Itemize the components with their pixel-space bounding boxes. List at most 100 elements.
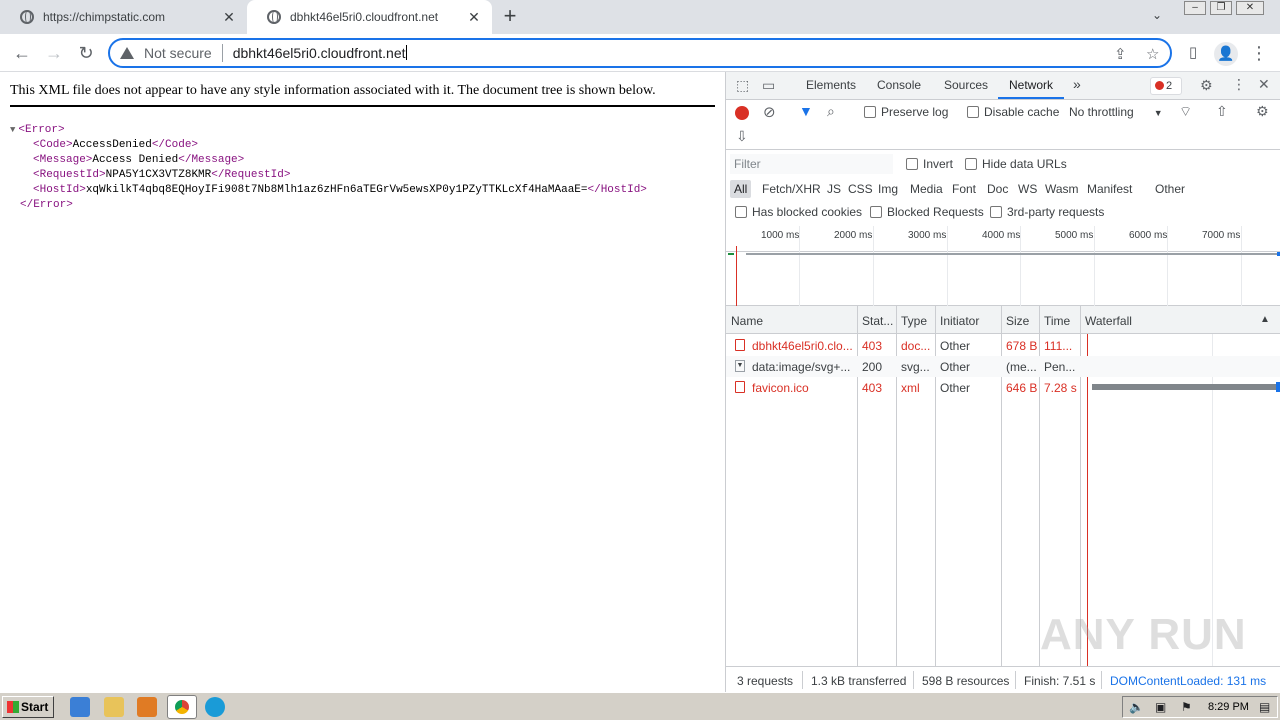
filter-type-doc[interactable]: Doc: [983, 180, 1012, 198]
back-icon[interactable]: ←: [11, 42, 33, 64]
table-row[interactable]: dbhkt46el5ri0.clo... 403 doc... Other 67…: [726, 335, 1280, 356]
tab-strip: https://chimpstatic.com ✕ dbhkt46el5ri0.…: [0, 0, 1280, 34]
reload-icon[interactable]: ↻: [75, 42, 97, 64]
media-player-icon[interactable]: [137, 697, 157, 717]
device-toolbar-icon[interactable]: ▭: [762, 77, 775, 94]
filter-type-fetch-xhr[interactable]: Fetch/XHR: [758, 180, 825, 198]
timeline-overview[interactable]: 1000 ms 2000 ms 3000 ms 4000 ms 5000 ms …: [726, 226, 1280, 306]
filter-type-ws[interactable]: WS: [1014, 180, 1041, 198]
inspect-element-icon[interactable]: ⬚: [736, 77, 749, 94]
checkbox[interactable]: [967, 106, 979, 118]
checkbox[interactable]: [990, 206, 1002, 218]
table-row[interactable]: ▼ data:image/svg+... 200 svg... Other (m…: [726, 356, 1280, 377]
tab-cloudfront[interactable]: dbhkt46el5ri0.cloudfront.net ✕: [247, 0, 492, 34]
menu-kebab-icon[interactable]: ⋮: [1248, 42, 1270, 64]
transferred-size: 1.3 kB transferred: [811, 674, 907, 688]
checkbox[interactable]: [864, 106, 876, 118]
checkbox[interactable]: [906, 158, 918, 170]
filter-type-font[interactable]: Font: [948, 180, 980, 198]
settings-gear-icon[interactable]: ⚙: [1200, 77, 1213, 94]
request-size: (me...: [1006, 360, 1037, 374]
share-icon[interactable]: ⇪: [1114, 45, 1127, 63]
column-initiator[interactable]: Initiator: [940, 314, 979, 328]
hide-data-urls-checkbox[interactable]: Hide data URLs: [965, 157, 1067, 171]
export-har-icon[interactable]: ⇩: [736, 128, 748, 145]
internet-explorer-icon[interactable]: [70, 697, 90, 717]
chrome-taskbar-button[interactable]: [167, 695, 197, 719]
xml-value: NPA5Y1CX3VTZ8KMR: [105, 169, 212, 181]
close-tab-icon[interactable]: ✕: [221, 9, 237, 25]
file-explorer-icon[interactable]: [104, 697, 124, 717]
edge-icon[interactable]: [205, 697, 225, 717]
record-icon[interactable]: [735, 106, 749, 120]
collapse-triangle-icon[interactable]: ▼: [10, 125, 15, 135]
filter-type-css[interactable]: CSS: [844, 180, 877, 198]
tab-search-icon[interactable]: ⌄: [1152, 8, 1162, 22]
window-close-icon[interactable]: ✕: [1236, 1, 1264, 15]
notification-icon[interactable]: ▤: [1259, 700, 1270, 714]
disable-cache-checkbox[interactable]: Disable cache: [967, 105, 1059, 119]
has-blocked-cookies-checkbox[interactable]: Has blocked cookies: [735, 205, 862, 219]
restore-icon[interactable]: ❐: [1210, 1, 1232, 15]
throttling-select[interactable]: No throttling ▼: [1069, 105, 1163, 119]
not-secure-label[interactable]: Not secure: [144, 45, 212, 61]
table-row[interactable]: favicon.ico 403 xml Other 646 B 7.28 s: [726, 377, 1280, 398]
tab-console[interactable]: Console: [877, 78, 921, 92]
invert-checkbox[interactable]: Invert: [906, 157, 953, 171]
start-button[interactable]: Start: [2, 696, 54, 718]
tab-elements[interactable]: Elements: [806, 78, 856, 92]
import-har-icon[interactable]: ⇧: [1216, 103, 1228, 120]
url-text[interactable]: dbhkt46el5ri0.cloudfront.net: [233, 45, 407, 61]
checkbox[interactable]: [965, 158, 977, 170]
sort-ascending-icon[interactable]: ▲: [1260, 314, 1270, 325]
third-party-checkbox[interactable]: 3rd-party requests: [990, 205, 1104, 219]
close-tab-icon[interactable]: ✕: [466, 9, 482, 25]
preserve-log-checkbox[interactable]: Preserve log: [864, 105, 948, 119]
clear-icon[interactable]: ⊘: [763, 103, 776, 121]
minimize-icon[interactable]: –: [1184, 1, 1206, 15]
filter-type-js[interactable]: JS: [823, 180, 845, 198]
search-icon[interactable]: ⌕: [827, 103, 835, 120]
column-size[interactable]: Size: [1006, 314, 1029, 328]
filter-type-all[interactable]: All: [730, 180, 752, 198]
tab-chimpstatic[interactable]: https://chimpstatic.com ✕: [0, 0, 247, 34]
side-panel-icon[interactable]: ▯: [1182, 42, 1204, 64]
network-icon[interactable]: ▣: [1155, 700, 1166, 714]
customize-kebab-icon[interactable]: ⋮: [1232, 76, 1246, 93]
page-content: This XML file does not appear to have an…: [0, 72, 725, 692]
more-tabs-icon[interactable]: »: [1073, 76, 1081, 92]
checkbox[interactable]: [870, 206, 882, 218]
close-devtools-icon[interactable]: ✕: [1258, 76, 1270, 93]
filter-type-wasm[interactable]: Wasm: [1041, 180, 1083, 198]
checkbox[interactable]: [735, 206, 747, 218]
profile-avatar-icon[interactable]: 👤: [1214, 42, 1238, 66]
network-conditions-icon[interactable]: ⌔: [1179, 103, 1192, 121]
address-bar[interactable]: Not secure dbhkt46el5ri0.cloudfront.net …: [108, 38, 1172, 68]
filter-input[interactable]: Filter: [730, 154, 893, 174]
request-status: 200: [862, 360, 883, 374]
filter-type-img[interactable]: Img: [874, 180, 902, 198]
filter-type-media[interactable]: Media: [906, 180, 947, 198]
column-name[interactable]: Name: [731, 314, 763, 328]
tab-network[interactable]: Network: [998, 78, 1065, 99]
xml-tree: ▼ <Error> <Code>AccessDenied</Code> <Mess…: [10, 123, 647, 213]
column-waterfall[interactable]: Waterfall: [1085, 314, 1132, 328]
error-count: 2: [1166, 80, 1173, 92]
forward-icon[interactable]: →: [43, 42, 65, 64]
blocked-requests-checkbox[interactable]: Blocked Requests: [870, 205, 984, 219]
column-status[interactable]: Stat...: [862, 314, 893, 328]
column-time[interactable]: Time: [1044, 314, 1070, 328]
filter-type-other[interactable]: Other: [1151, 180, 1189, 198]
new-tab-button[interactable]: +: [499, 5, 521, 28]
tab-sources[interactable]: Sources: [944, 78, 988, 92]
filter-type-manifest[interactable]: Manifest: [1083, 180, 1136, 198]
error-count-badge[interactable]: 2: [1150, 77, 1182, 95]
volume-icon[interactable]: 🔈: [1129, 700, 1144, 714]
filter-icon[interactable]: ▼: [799, 103, 813, 119]
bookmark-star-icon[interactable]: ☆: [1146, 45, 1159, 63]
column-type[interactable]: Type: [901, 314, 927, 328]
network-settings-icon[interactable]: ⚙: [1256, 103, 1269, 120]
request-size: 646 B: [1006, 381, 1038, 395]
clock: 8:29 PM: [1208, 701, 1249, 713]
flag-icon[interactable]: ⚑: [1181, 700, 1192, 714]
